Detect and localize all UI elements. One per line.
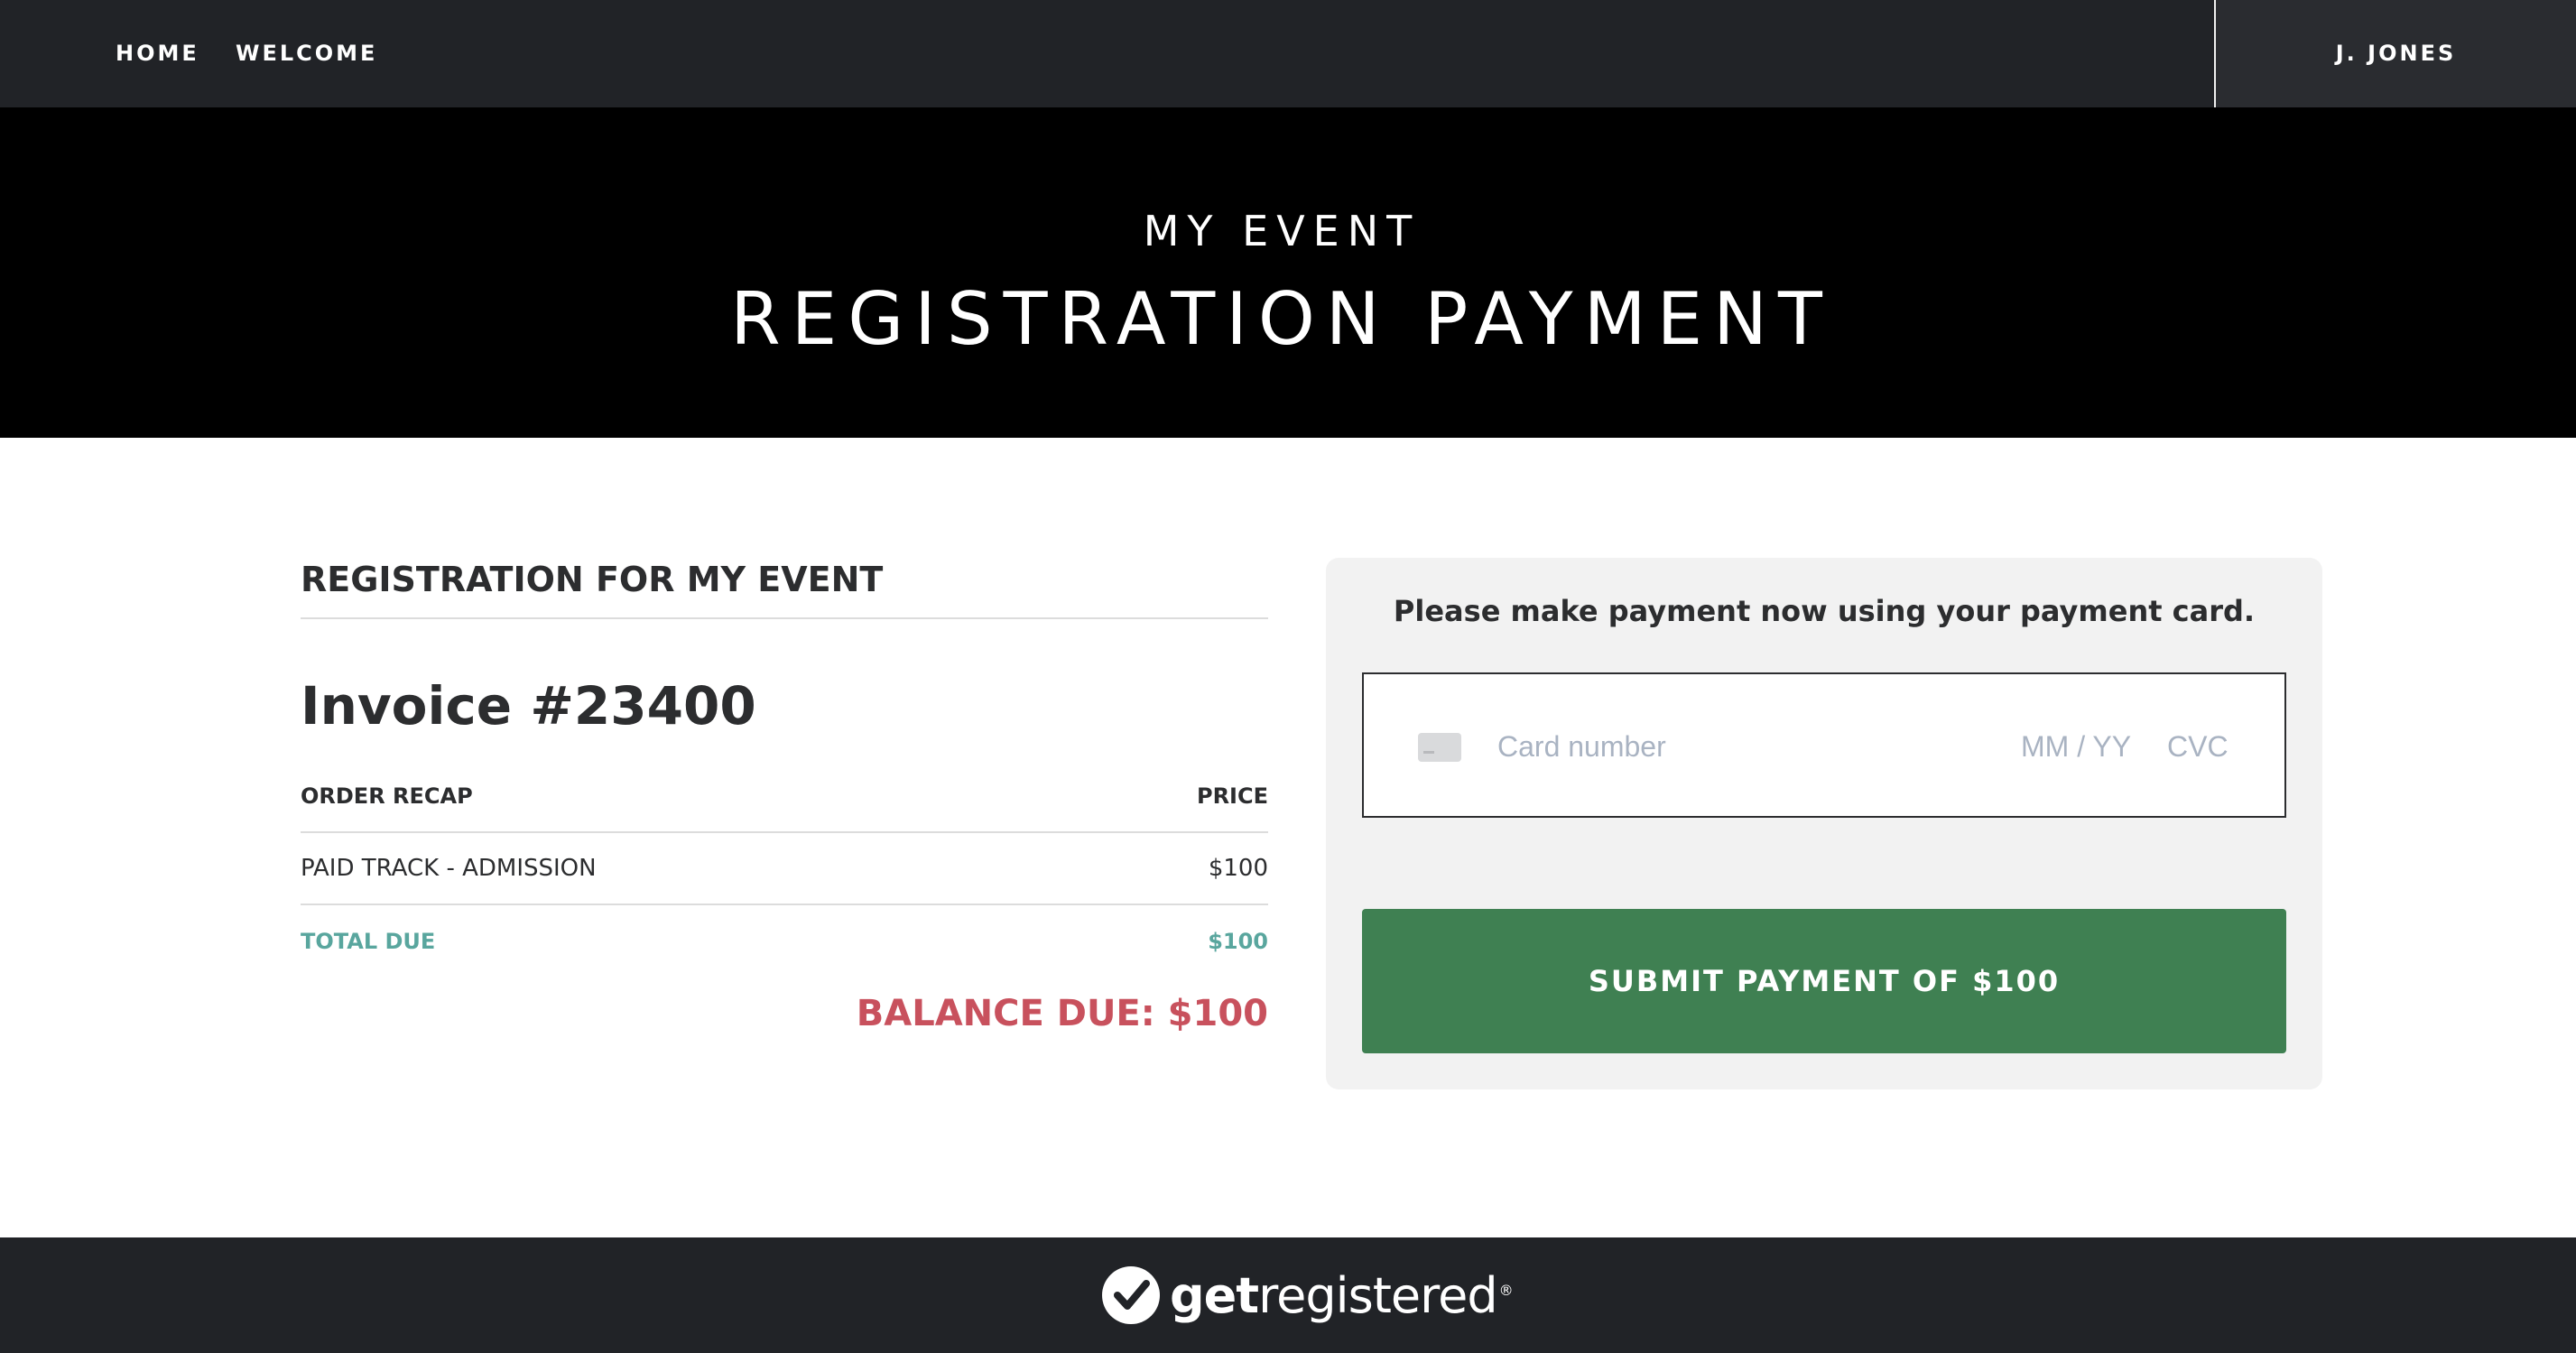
nav-welcome-link[interactable]: WELCOME: [236, 0, 377, 107]
registered-trademark: ®: [1498, 1281, 1514, 1299]
nav-home-link[interactable]: HOME: [116, 0, 199, 107]
getregistered-logo[interactable]: getregistered ®: [1101, 1261, 1514, 1330]
item-name: PAID TRACK - ADMISSION: [301, 832, 1080, 905]
payment-panel: Please make payment now using your payme…: [1326, 558, 2322, 1089]
page-title: REGISTRATION PAYMENT: [730, 277, 1833, 361]
invoice-number: Invoice #23400: [301, 675, 756, 737]
event-name: MY EVENT: [1143, 207, 1421, 255]
hero-banner: MY EVENT REGISTRATION PAYMENT: [0, 107, 2576, 438]
column-header-price: PRICE: [1080, 760, 1268, 833]
logo-get: get: [1170, 1266, 1259, 1324]
payment-instructions: Please make payment now using your payme…: [1393, 594, 2256, 628]
balance-due: BALANCE DUE: $100: [856, 993, 1268, 1034]
item-price: $100: [1080, 832, 1268, 905]
card-expiry-input[interactable]: [2021, 724, 2156, 769]
card-number-input[interactable]: [1497, 724, 1949, 769]
order-recap-table: ORDER RECAP PRICE PAID TRACK - ADMISSION…: [301, 760, 1268, 977]
card-input-box[interactable]: [1362, 672, 2286, 818]
table-row: PAID TRACK - ADMISSION $100: [301, 832, 1268, 905]
total-row: TOTAL DUE $100: [301, 904, 1268, 977]
checkmark-circle-icon: [1102, 1266, 1160, 1324]
table-header-row: ORDER RECAP PRICE: [301, 760, 1268, 833]
logo-wordmark: getregistered ®: [1170, 1266, 1514, 1324]
submit-payment-button[interactable]: SUBMIT PAYMENT OF $100: [1362, 909, 2286, 1053]
user-name[interactable]: J. JONES: [2216, 0, 2576, 107]
credit-card-icon: [1418, 733, 1461, 762]
user-menu[interactable]: J. JONES: [2214, 0, 2576, 107]
registration-heading: REGISTRATION FOR MY EVENT: [301, 552, 1268, 619]
column-header-order-recap: ORDER RECAP: [301, 760, 1080, 833]
total-label: TOTAL DUE: [301, 928, 436, 954]
total-value: $100: [1208, 928, 1268, 954]
top-nav: HOME WELCOME J. JONES: [0, 0, 2576, 107]
footer: getregistered ®: [0, 1237, 2576, 1353]
logo-registered: registered: [1258, 1266, 1498, 1324]
card-cvc-input[interactable]: [2167, 724, 2257, 769]
invoice-section: REGISTRATION FOR MY EVENT Invoice #23400…: [301, 552, 1268, 1034]
